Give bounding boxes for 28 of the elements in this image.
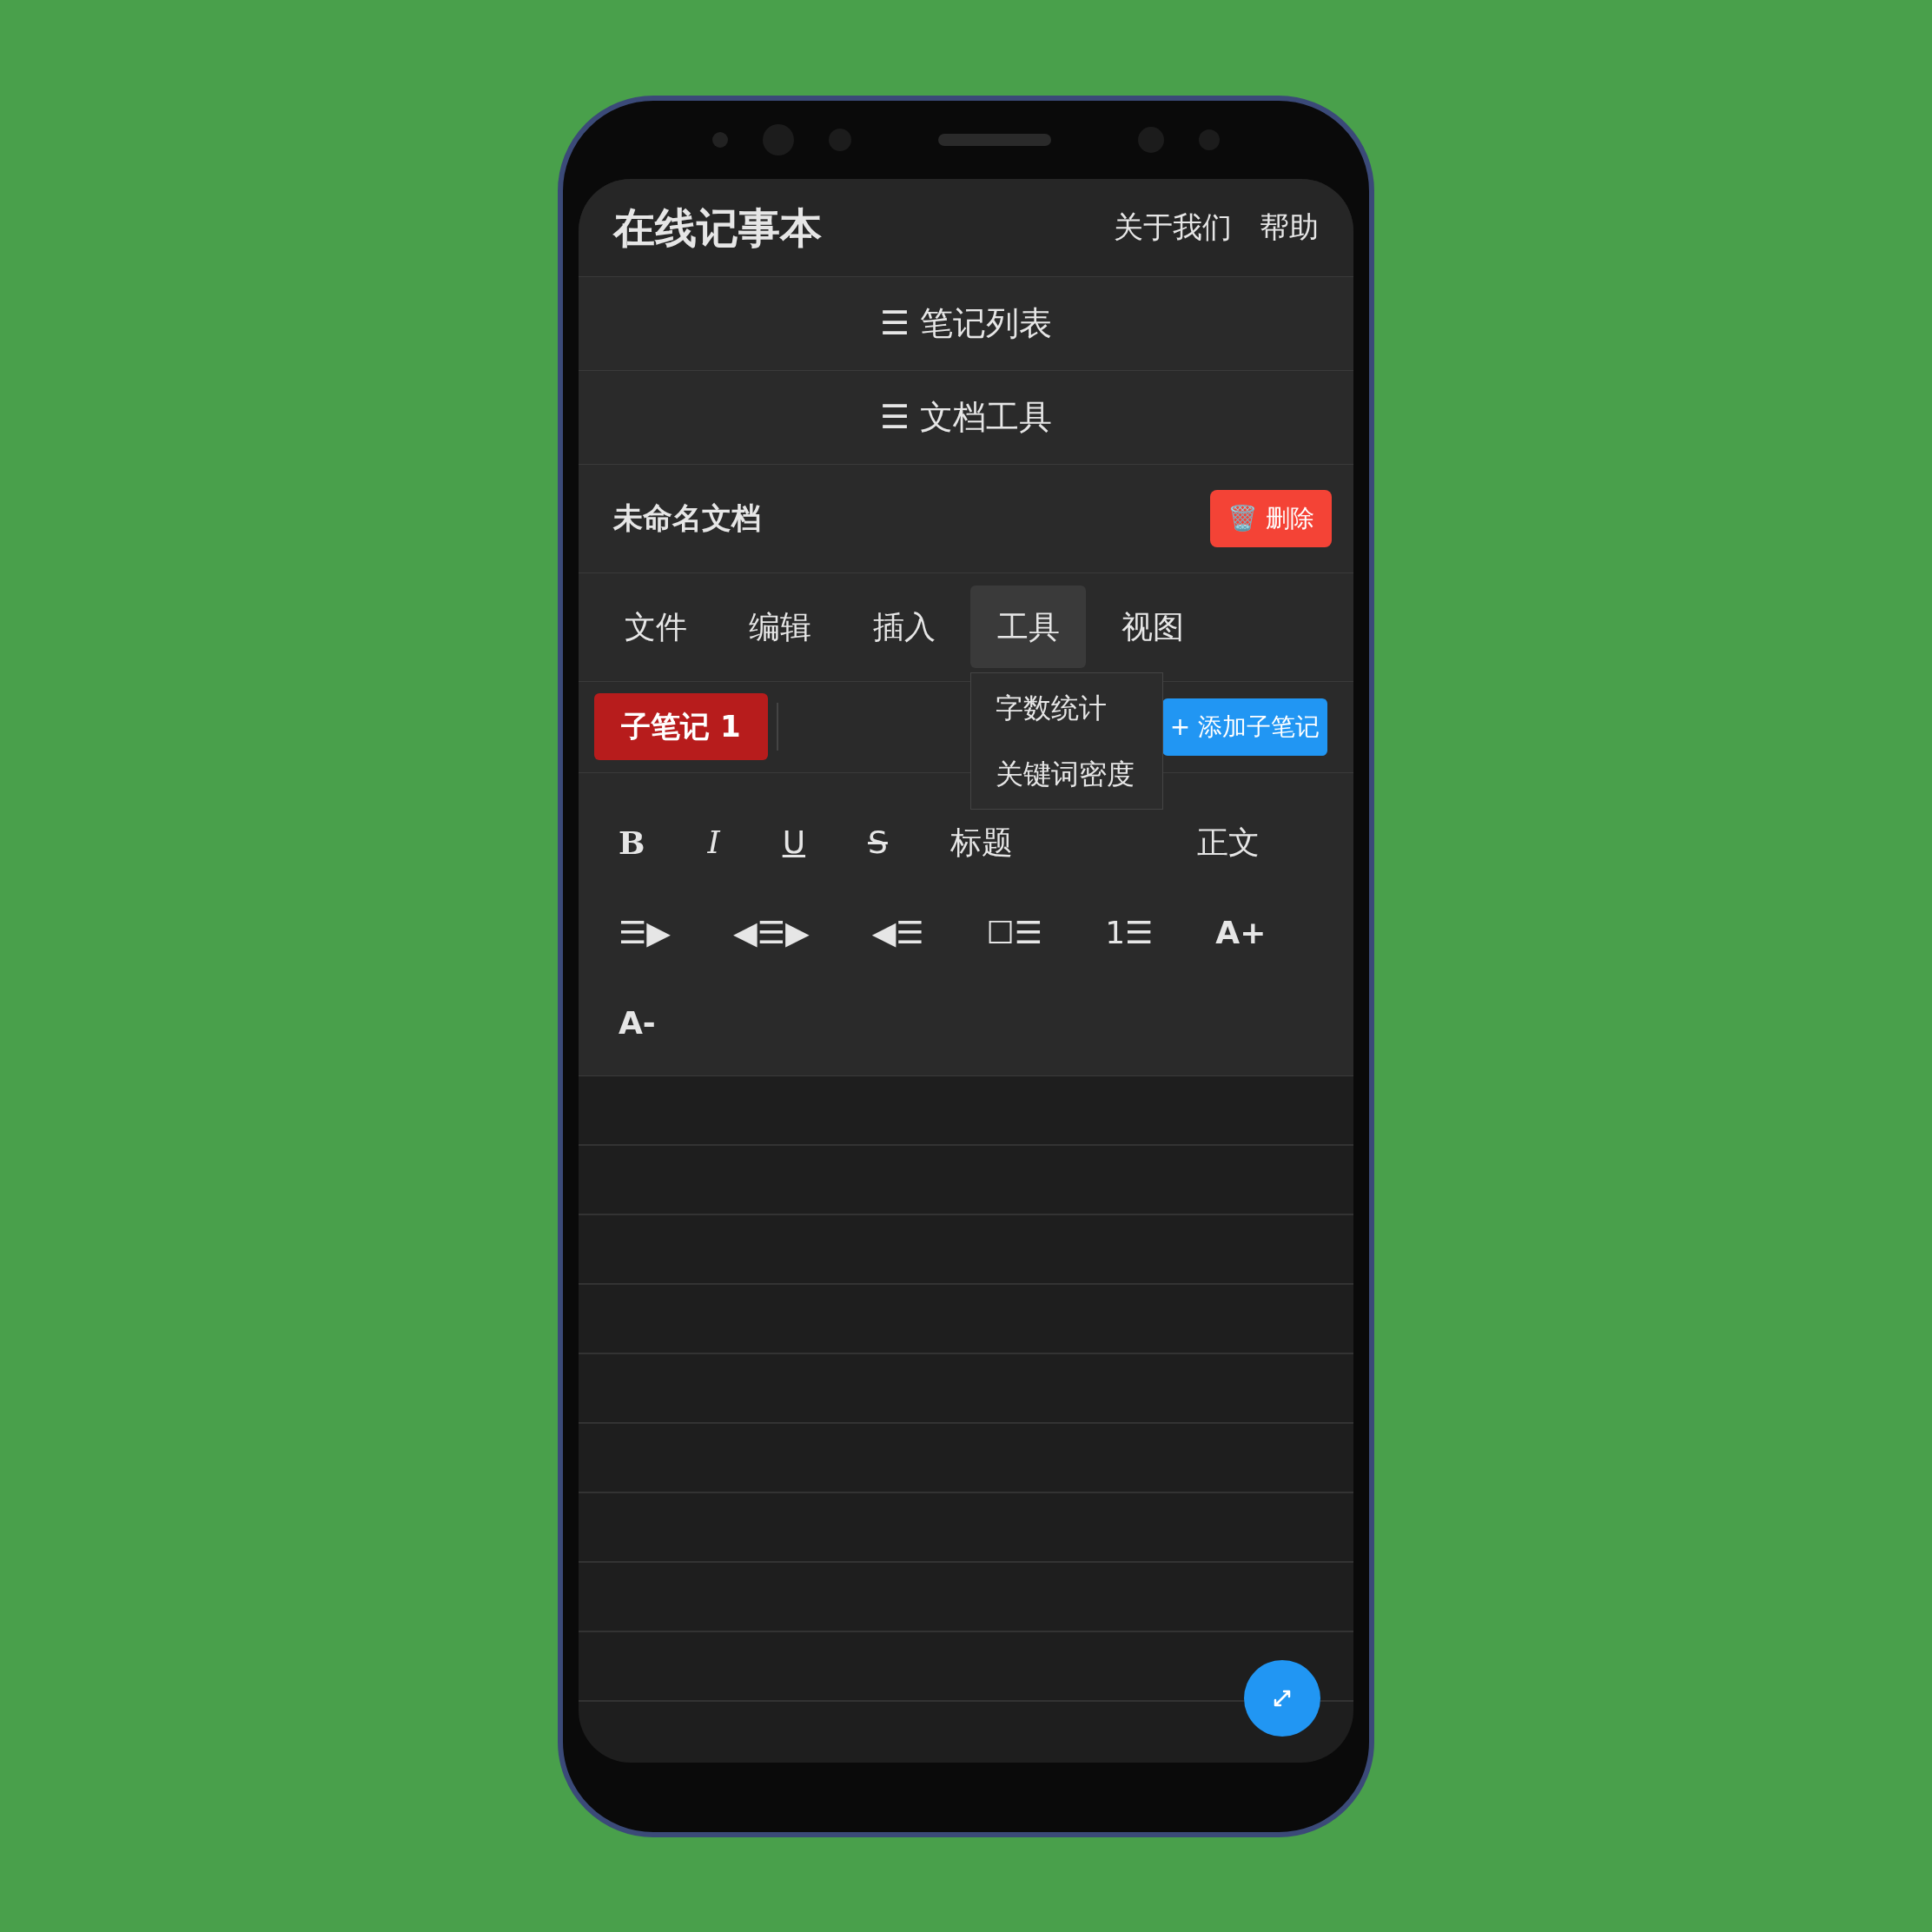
format-button[interactable]: A- <box>605 988 670 1058</box>
menu-tab[interactable]: 插入 <box>846 586 962 668</box>
menu-tab[interactable]: 视图 <box>1095 586 1210 668</box>
menu-item[interactable]: 字数统计 <box>971 675 1162 741</box>
nav-link[interactable]: 关于我们 <box>1114 205 1232 249</box>
menu-tab[interactable]: 工具 <box>970 586 1086 668</box>
format-button[interactable]: I <box>693 807 734 877</box>
format-button[interactable]: 正文 <box>1182 807 1274 877</box>
format-button[interactable]: ☰▶ <box>605 897 685 968</box>
section-toggle[interactable]: ☰ 文档工具 <box>579 370 1353 465</box>
sub-note-tab[interactable]: 子笔记 1 <box>594 693 768 760</box>
format-button[interactable]: S <box>854 807 902 877</box>
nav-link[interactable]: 帮助 <box>1260 205 1319 249</box>
format-button[interactable]: ◀☰▶ <box>718 897 824 968</box>
document-title: 未命名文档 <box>613 500 761 537</box>
format-button[interactable]: A+ <box>1201 897 1280 968</box>
menu-item[interactable]: 关键词密度 <box>971 741 1162 807</box>
format-button[interactable]: B <box>605 807 659 877</box>
format-button[interactable]: 1☰ <box>1091 897 1168 968</box>
format-button[interactable]: U <box>768 807 820 877</box>
format-button[interactable]: 标题 <box>936 807 1027 877</box>
menu-tab[interactable]: 编辑 <box>722 586 837 668</box>
app-title: 在线记事本 <box>613 202 822 254</box>
format-button[interactable]: ☐☰ <box>972 897 1057 968</box>
menu-tab[interactable]: 文件 <box>598 586 713 668</box>
format-button[interactable]: ◀☰ <box>857 897 938 968</box>
section-toggle[interactable]: ☰ 笔记列表 <box>579 276 1353 371</box>
delete-button[interactable]: 🗑 删除 <box>1210 489 1332 547</box>
